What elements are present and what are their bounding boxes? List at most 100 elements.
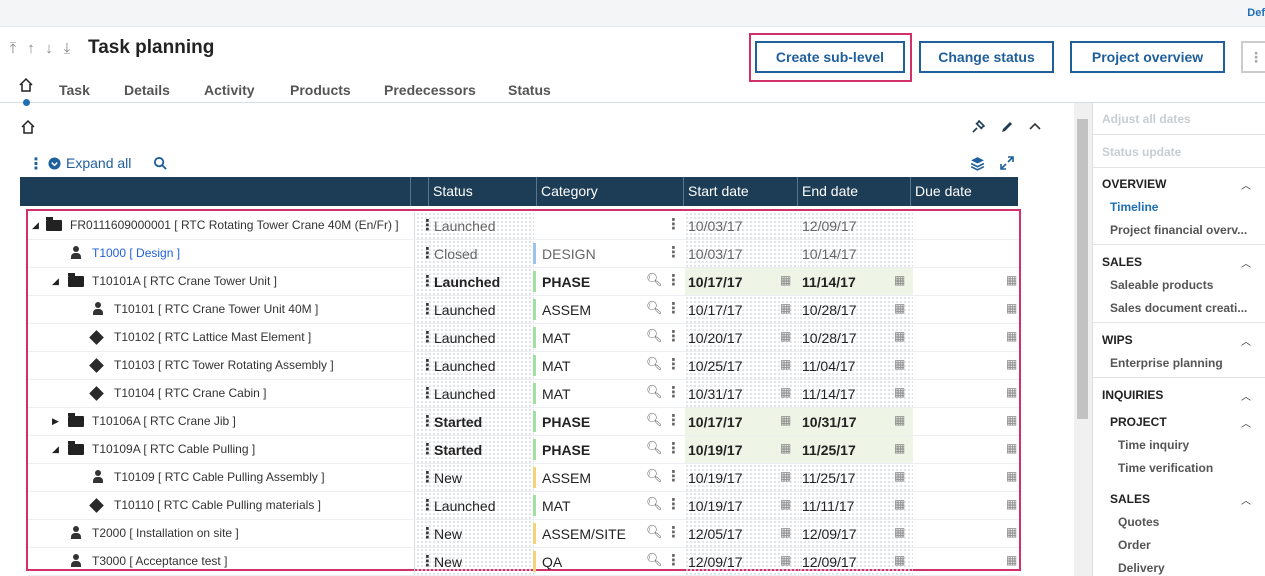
status-update-link[interactable]: Status update [1102,145,1181,159]
lookup-icon[interactable]: 🔍︎ [646,552,663,568]
category-menu-icon[interactable]: ⋮ [666,299,681,317]
lookup-icon[interactable]: 🔍︎ [646,440,663,456]
category-menu-icon[interactable]: ⋮ [666,327,681,345]
task-name[interactable]: T10109A [ RTC Cable Pulling ] [92,442,255,456]
grid-menu-icon[interactable]: ⋮ [28,154,44,174]
start-date[interactable]: 10/19/17 [688,470,743,486]
lookup-icon[interactable]: 🔍︎ [646,412,663,428]
end-date[interactable]: 11/04/17 [802,358,855,374]
table-row[interactable]: T10103 [ RTC Tower Rotating Assembly ] ⋮ L… [28,352,1019,380]
start-date[interactable]: 12/05/17 [688,526,743,542]
end-date[interactable]: 10/28/17 [802,330,857,346]
column-end-date[interactable]: End date [802,183,858,199]
calendar-icon[interactable]: ▦ [894,385,905,399]
table-row[interactable]: T10102 [ RTC Lattice Mast Element ] ⋮ Laun… [28,324,1019,352]
more-actions-button[interactable]: ⋮ [1241,41,1265,73]
start-date[interactable]: 10/03/17 [688,218,743,234]
calendar-icon[interactable]: ▦ [894,497,905,511]
section-inquiries[interactable]: INQUIRIES [1102,388,1163,402]
task-name[interactable]: T1000 [ Design ] [92,246,180,260]
row-menu-icon[interactable]: ⋮ [420,216,435,234]
edit-icon[interactable] [999,119,1015,135]
next-record-icon[interactable]: ↓ [42,40,56,57]
category-menu-icon[interactable]: ⋮ [666,271,681,289]
task-name[interactable]: T10109 [ RTC Cable Pulling Assembly ] [114,470,325,484]
lookup-icon[interactable]: 🔍︎ [646,300,663,316]
calendar-icon[interactable]: ▦ [894,301,905,315]
category-menu-icon[interactable]: ⋮ [666,383,681,401]
row-menu-icon[interactable]: ⋮ [420,412,435,430]
end-date[interactable]: 11/14/17 [802,386,855,402]
row-menu-icon[interactable]: ⋮ [420,356,435,374]
start-date[interactable]: 10/03/17 [688,246,743,262]
subsection-sales[interactable]: SALES [1110,492,1150,506]
calendar-icon[interactable]: ▦ [780,413,791,427]
section-sales[interactable]: SALES [1102,255,1142,269]
calendar-icon[interactable]: ▦ [894,413,905,427]
calendar-icon[interactable]: ▦ [894,469,905,483]
expand-all-link[interactable]: Expand all [66,155,131,171]
previous-record-icon[interactable]: ↑ [24,40,38,57]
calendar-icon[interactable]: ▦ [780,553,791,567]
breadcrumb-home-icon[interactable] [20,119,36,135]
calendar-icon[interactable]: ▦ [780,525,791,539]
lookup-icon[interactable]: 🔍︎ [646,496,663,512]
calendar-icon[interactable]: ▦ [780,497,791,511]
lookup-icon[interactable]: 🔍︎ [646,356,663,372]
tree-toggle-icon[interactable]: ▶ [52,416,59,427]
chevron-up-icon[interactable]: ︿ [1241,492,1251,507]
calendar-icon[interactable]: ▦ [894,273,905,287]
calendar-icon[interactable]: ▦ [780,273,791,287]
table-row[interactable]: T2000 [ Installation on site ] ⋮ New ASSEM/… [28,520,1019,548]
row-menu-icon[interactable]: ⋮ [420,300,435,318]
table-row[interactable]: T10110 [ RTC Cable Pulling materials ] ⋮ L… [28,492,1019,520]
category-menu-icon[interactable]: ⋮ [666,439,681,457]
end-date[interactable]: 11/11/17 [802,498,854,514]
row-menu-icon[interactable]: ⋮ [420,328,435,346]
calendar-icon[interactable]: ▦ [780,441,791,455]
category-menu-icon[interactable]: ⋮ [666,523,681,541]
task-name[interactable]: FR0111609000001 [ RTC Rotating Tower Cra… [70,218,399,232]
tab-details[interactable]: Details [124,77,170,98]
calendar-icon[interactable]: ▦ [894,329,905,343]
calendar-icon[interactable]: ▦ [1006,469,1017,483]
category-menu-icon[interactable]: ⋮ [666,495,681,513]
table-row[interactable]: ▶ T10106A [ RTC Crane Jib ] ⋮ Started PHASE 🔍… [28,408,1019,436]
task-name[interactable]: T10106A [ RTC Crane Jib ] [92,414,236,428]
calendar-icon[interactable]: ▦ [780,469,791,483]
tab-products[interactable]: Products [290,77,351,98]
calendar-icon[interactable]: ▦ [1006,497,1017,511]
start-date[interactable]: 10/25/17 [688,358,743,374]
end-date[interactable]: 11/25/17 [802,442,856,458]
category-menu-icon[interactable]: ⋮ [666,467,681,485]
calendar-icon[interactable]: ▦ [1006,273,1017,287]
project-overview-button[interactable]: Project overview [1070,41,1225,73]
end-date[interactable]: 12/09/17 [802,218,857,234]
table-row[interactable]: T3000 [ Acceptance test ] ⋮ New QA 🔍︎ ⋮ 12/09/… [28,548,1019,576]
calendar-icon[interactable]: ▦ [894,357,905,371]
table-row[interactable]: ◢ T10109A [ RTC Cable Pulling ] ⋮ Started PH… [28,436,1019,464]
start-date[interactable]: 10/19/17 [688,498,743,514]
layers-icon[interactable] [969,155,986,172]
category-menu-icon[interactable]: ⋮ [666,355,681,373]
column-start-date[interactable]: Start date [688,183,749,199]
calendar-icon[interactable]: ▦ [1006,357,1017,371]
adjust-all-dates-link[interactable]: Adjust all dates [1102,112,1191,126]
row-menu-icon[interactable]: ⋮ [420,468,435,486]
calendar-icon[interactable]: ▦ [780,329,791,343]
calendar-icon[interactable]: ▦ [894,525,905,539]
task-name[interactable]: T10104 [ RTC Crane Cabin ] [114,386,267,400]
task-name[interactable]: T10101 [ RTC Crane Tower Unit 40M ] [114,302,318,316]
chevron-up-icon[interactable]: ︿ [1241,333,1251,348]
calendar-icon[interactable]: ▦ [1006,329,1017,343]
category-menu-icon[interactable]: ⋮ [666,411,681,429]
change-status-button[interactable]: Change status [919,41,1054,73]
start-date[interactable]: 10/17/17 [688,274,743,290]
task-name[interactable]: T10102 [ RTC Lattice Mast Element ] [114,330,311,344]
end-date[interactable]: 11/14/17 [802,274,856,290]
table-row[interactable]: ◢ FR0111609000001 [ RTC Rotating Tower Cr… [28,212,1019,240]
task-name[interactable]: T10101A [ RTC Crane Tower Unit ] [92,274,277,288]
section-wips[interactable]: WIPS [1102,333,1133,347]
start-date[interactable]: 10/17/17 [688,302,743,318]
lookup-icon[interactable]: 🔍︎ [646,524,663,540]
